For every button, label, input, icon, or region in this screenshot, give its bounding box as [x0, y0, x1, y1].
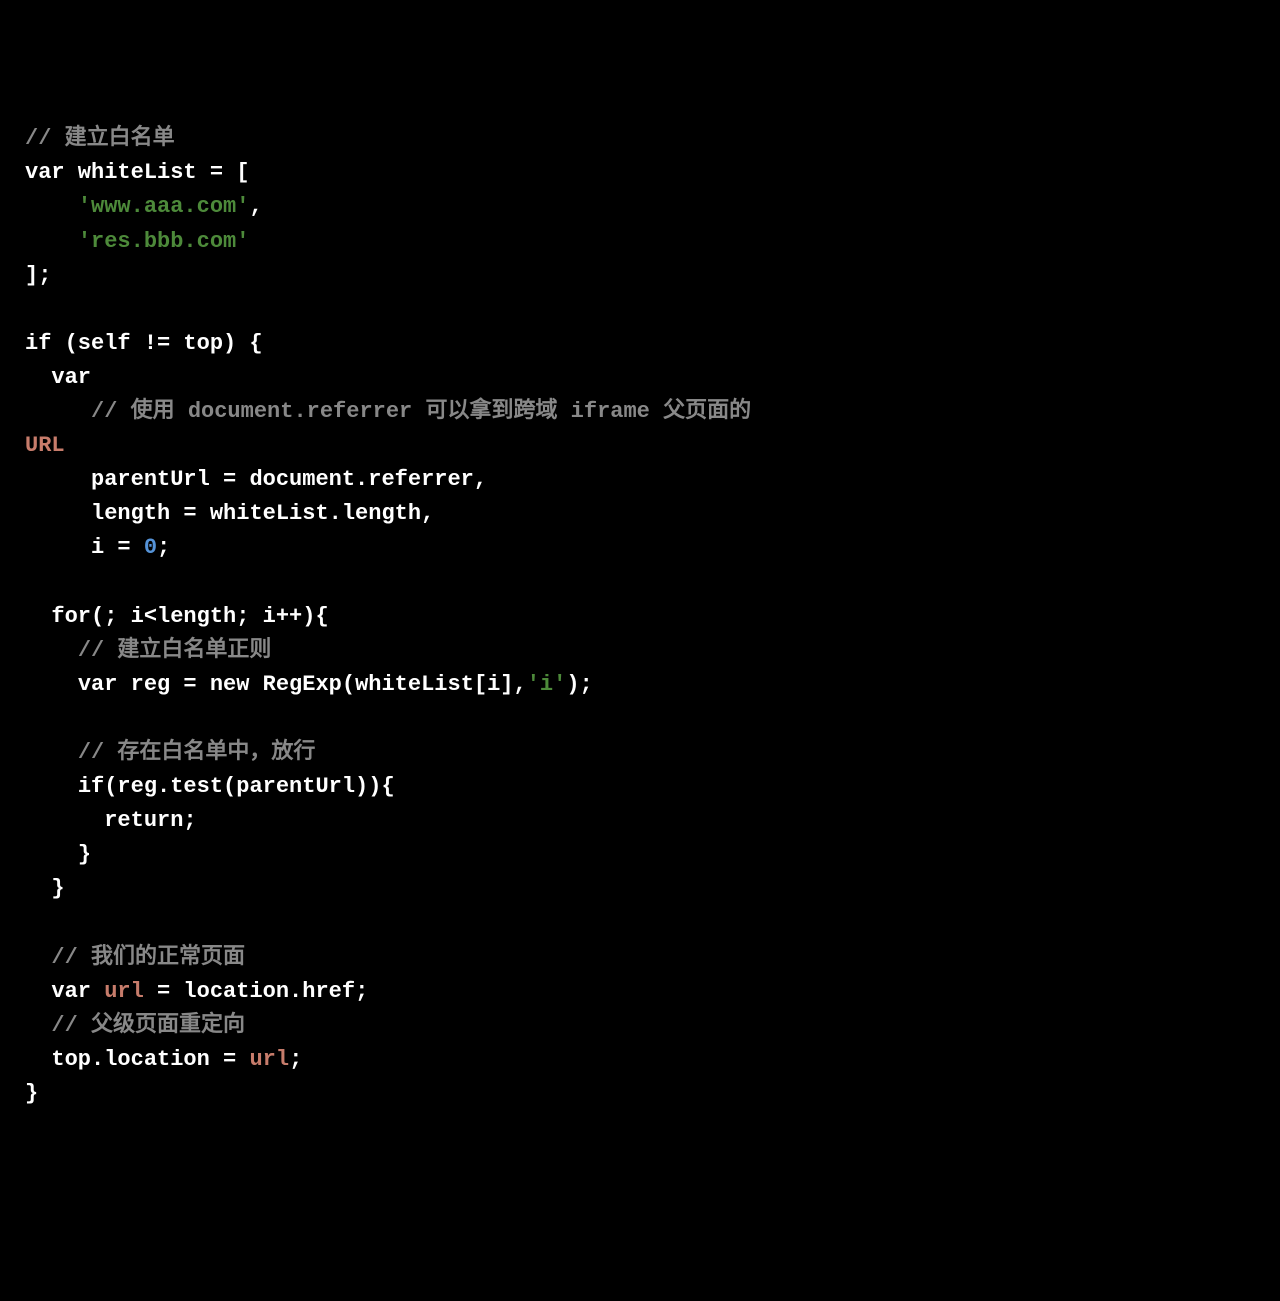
- code-line-21: return;: [25, 808, 197, 833]
- code-line-12: length = whiteList.length,: [25, 501, 434, 526]
- code-line-7: if (self != top) {: [25, 331, 263, 356]
- code-line-9: // 使用 document.referrer 可以拿到跨域 iframe 父页…: [25, 399, 764, 424]
- code-line-15: for(; i<length; i++){: [25, 604, 329, 629]
- code-line-29: }: [25, 1081, 38, 1106]
- code-line-11: parentUrl = document.referrer,: [25, 467, 487, 492]
- code-line-3: 'www.aaa.com',: [25, 194, 263, 219]
- code-line-28: top.location = url;: [25, 1047, 302, 1072]
- code-line-22: }: [25, 842, 91, 867]
- code-line-4: 'res.bbb.com': [25, 229, 249, 254]
- code-line-25: // 我们的正常页面: [25, 945, 245, 970]
- comment-line-1: // 建立白名单: [25, 126, 175, 151]
- code-line-2: var whiteList = [: [25, 160, 249, 185]
- code-block: // 建立白名单 var whiteList = [ 'www.aaa.com'…: [25, 122, 1255, 1111]
- code-line-5: ];: [25, 263, 51, 288]
- code-line-20: if(reg.test(parentUrl)){: [25, 774, 395, 799]
- code-line-16: // 建立白名单正则: [25, 638, 271, 663]
- code-line-19: // 存在白名单中，放行: [25, 740, 315, 765]
- code-line-13: i = 0;: [25, 535, 170, 560]
- code-line-26: var url = location.href;: [25, 979, 368, 1004]
- url-label: URL: [25, 433, 65, 458]
- code-line-8: var: [25, 365, 91, 390]
- code-line-23: }: [25, 876, 65, 901]
- code-line-27: // 父级页面重定向: [25, 1013, 245, 1038]
- code-line-17: var reg = new RegExp(whiteList[i],'i');: [25, 672, 593, 697]
